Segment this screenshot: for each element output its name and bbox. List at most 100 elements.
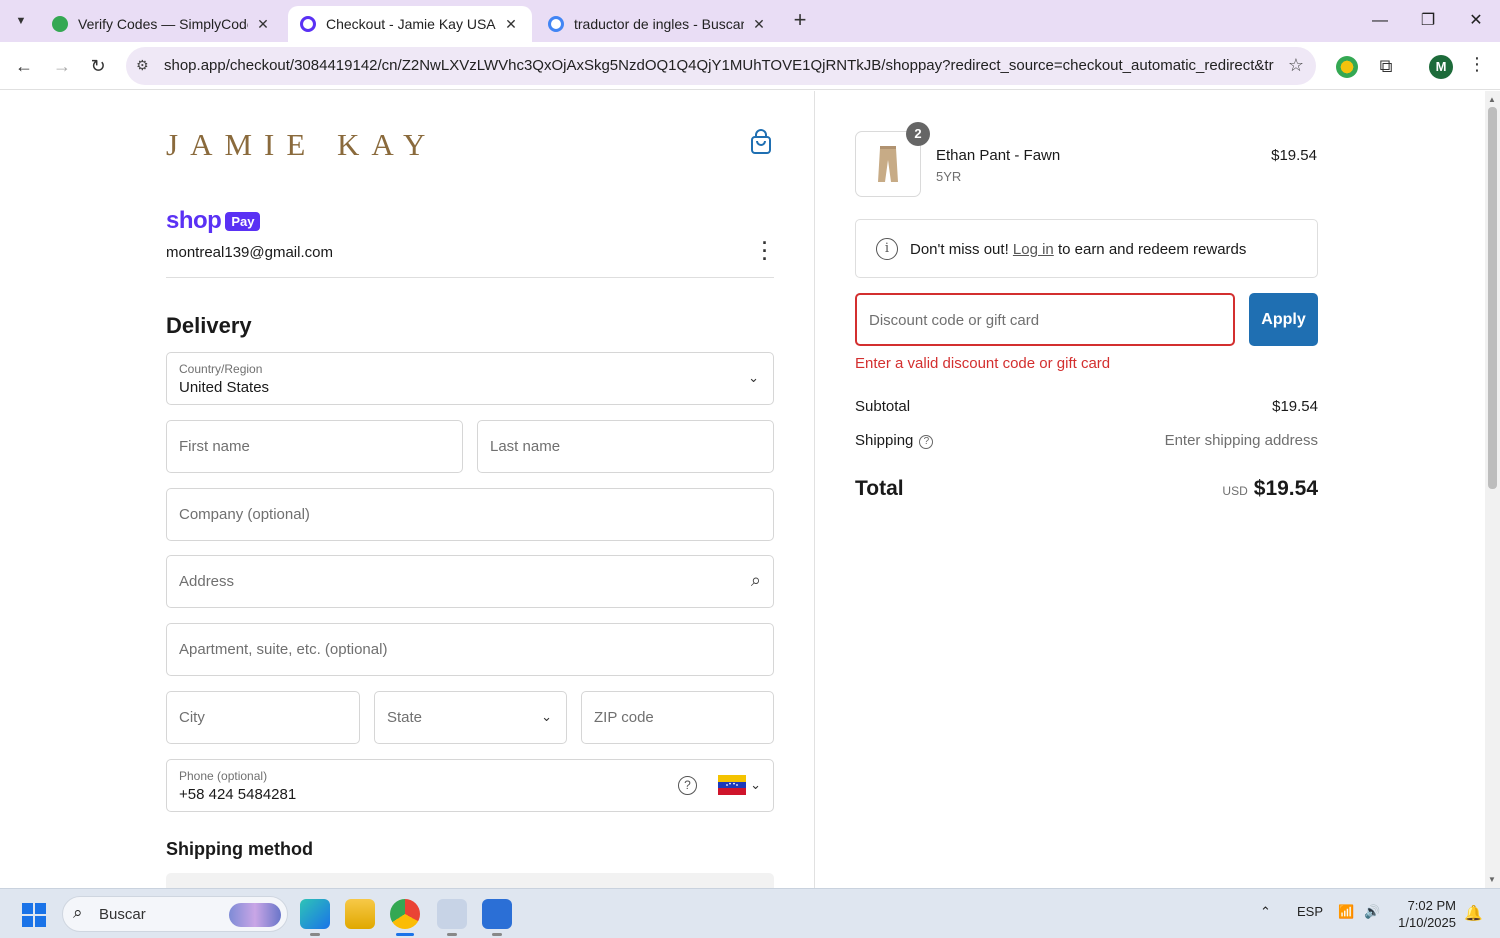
notepad-app-icon[interactable] xyxy=(482,899,512,929)
city-input[interactable]: City xyxy=(166,691,360,744)
rewards-text: Don't miss out! Log in to earn and redee… xyxy=(910,241,1246,258)
windows-taskbar: ⌕ Buscar ⌃ ESP 📶 🔊 7:02 PM 1/10/2025 🔔 xyxy=(0,888,1500,938)
tab-title: traductor de ingles - Buscar con xyxy=(574,16,744,32)
rewards-notice: i Don't miss out! Log in to earn and red… xyxy=(855,219,1318,278)
help-icon[interactable]: ? xyxy=(678,776,697,795)
placeholder: ZIP code xyxy=(594,709,654,726)
shipping-label: Shipping xyxy=(855,432,914,449)
search-highlight-icon xyxy=(229,903,281,927)
back-button[interactable]: ← xyxy=(10,52,38,80)
restore-button[interactable]: ❐ xyxy=(1408,6,1448,36)
placeholder: First name xyxy=(179,438,250,455)
search-icon: ⌕ xyxy=(73,903,83,922)
close-tab-icon[interactable]: ✕ xyxy=(254,15,272,33)
extension-icon[interactable] xyxy=(1336,56,1358,78)
product-variant: 5YR xyxy=(936,169,962,184)
phone-value: +58 424 5484281 xyxy=(179,786,297,803)
account-menu-icon[interactable]: · · · xyxy=(758,234,772,268)
tab-simplycodes[interactable]: Verify Codes — SimplyCodes ✕ xyxy=(40,6,284,42)
notification-bell-icon[interactable]: 🔔 xyxy=(1464,904,1483,922)
show-hidden-icons-chevron-icon[interactable]: ⌃ xyxy=(1260,904,1271,920)
phone-label: Phone (optional) xyxy=(179,769,268,783)
language-indicator[interactable]: ESP xyxy=(1297,904,1323,919)
system-clock[interactable]: 7:02 PM 1/10/2025 xyxy=(1396,897,1456,931)
windows-start-icon[interactable] xyxy=(22,903,46,927)
app-indicator xyxy=(310,933,320,936)
scrollbar-thumb[interactable] xyxy=(1488,107,1497,489)
tab-title: Checkout - Jamie Kay USA xyxy=(326,16,496,32)
paint-app-icon[interactable] xyxy=(437,899,467,929)
discount-error-message: Enter a valid discount code or gift card xyxy=(855,355,1111,372)
minimize-button[interactable]: — xyxy=(1360,6,1400,36)
order-summary: 2 Ethan Pant - Fawn 5YR $19.54 i Don't m… xyxy=(814,91,1485,888)
wifi-icon[interactable]: 📶 xyxy=(1338,904,1354,920)
country-select[interactable]: Country/Region United States ⌄ xyxy=(166,352,774,405)
phone-input[interactable]: Phone (optional) +58 424 5484281 ? ⌄ xyxy=(166,759,774,812)
google-favicon-icon xyxy=(548,16,564,32)
volume-icon[interactable]: 🔊 xyxy=(1364,904,1380,920)
tab-title: Verify Codes — SimplyCodes xyxy=(78,16,248,32)
close-window-button[interactable]: ✕ xyxy=(1456,6,1496,36)
file-explorer-icon[interactable] xyxy=(345,899,375,929)
state-select[interactable]: State ⌄ xyxy=(374,691,567,744)
scroll-up-icon[interactable]: ▲ xyxy=(1488,95,1496,104)
cart-bag-icon[interactable] xyxy=(750,129,772,155)
notice-lead: Don't miss out! xyxy=(910,241,1009,258)
placeholder: State xyxy=(387,709,423,726)
address-input[interactable]: Address ⌕ xyxy=(166,555,774,608)
tab-checkout[interactable]: Checkout - Jamie Kay USA ✕ xyxy=(288,6,532,42)
pay-badge: Pay xyxy=(225,211,261,231)
new-tab-button[interactable]: + xyxy=(788,9,812,33)
quantity-badge: 2 xyxy=(906,122,930,146)
placeholder: Discount code or gift card xyxy=(869,312,1040,329)
taskbar-search[interactable]: ⌕ Buscar xyxy=(62,896,288,932)
first-name-input[interactable]: First name xyxy=(166,420,463,473)
product-name: Ethan Pant - Fawn xyxy=(936,147,1061,164)
forward-button[interactable]: → xyxy=(48,52,76,80)
browser-toolbar: ← → ↻ ⚙ shop.app/checkout/3084419142/cn/… xyxy=(0,42,1500,90)
address-bar[interactable]: ⚙ shop.app/checkout/3084419142/cn/Z2NwLX… xyxy=(126,47,1316,85)
close-tab-icon[interactable]: ✕ xyxy=(502,15,520,33)
reload-button[interactable]: ↻ xyxy=(84,52,112,80)
close-tab-icon[interactable]: ✕ xyxy=(750,15,768,33)
page-scrollbar[interactable]: ▲ ▼ xyxy=(1485,91,1500,888)
last-name-input[interactable]: Last name xyxy=(477,420,774,473)
currency-code: USD xyxy=(1222,484,1248,498)
chrome-app-icon[interactable] xyxy=(390,899,420,929)
bookmark-star-icon[interactable]: ☆ xyxy=(1288,55,1304,76)
checkout-page: JAMIE KAY shop Pay montreal139@gmail.com… xyxy=(0,91,1485,888)
total-value: $19.54 xyxy=(1253,477,1318,500)
tab-search-button[interactable]: ▼ xyxy=(8,8,34,34)
shop-pay-logo: shop Pay xyxy=(166,207,261,235)
url-text[interactable]: shop.app/checkout/3084419142/cn/Z2NwLXVz… xyxy=(164,57,1274,74)
login-link[interactable]: Log in xyxy=(1013,241,1054,258)
company-input[interactable]: Company (optional) xyxy=(166,488,774,541)
app-indicator xyxy=(396,933,414,936)
shipping-value: Enter shipping address xyxy=(1164,432,1318,449)
chevron-down-icon[interactable]: ⌄ xyxy=(750,777,761,793)
apply-button[interactable]: Apply xyxy=(1249,293,1318,346)
clock-time: 7:02 PM xyxy=(1407,898,1456,913)
chevron-down-icon: ⌄ xyxy=(541,709,552,724)
jamie-kay-logo[interactable]: JAMIE KAY xyxy=(166,127,437,163)
account-email: montreal139@gmail.com xyxy=(166,244,333,261)
site-info-icon[interactable]: ⚙ xyxy=(136,57,149,74)
zip-input[interactable]: ZIP code xyxy=(581,691,774,744)
scroll-down-icon[interactable]: ▼ xyxy=(1488,875,1496,884)
edge-app-icon[interactable] xyxy=(300,899,330,929)
help-icon[interactable]: ? xyxy=(919,435,934,449)
profile-avatar[interactable]: M xyxy=(1429,55,1453,79)
product-price: $19.54 xyxy=(1271,147,1317,164)
extensions-puzzle-icon[interactable]: ⧉ xyxy=(1372,52,1400,80)
divider xyxy=(166,277,774,278)
apartment-input[interactable]: Apartment, suite, etc. (optional) xyxy=(166,623,774,676)
browser-menu-icon[interactable]: ⋮ xyxy=(1468,54,1486,75)
tab-google-search[interactable]: traductor de ingles - Buscar con ✕ xyxy=(536,6,780,42)
placeholder: Apartment, suite, etc. (optional) xyxy=(179,641,388,658)
chevron-down-icon: ⌄ xyxy=(748,370,759,385)
notice-tail: to earn and redeem rewards xyxy=(1057,241,1247,258)
shipping-label-wrap: Shipping? xyxy=(855,432,934,449)
discount-code-input[interactable]: Discount code or gift card xyxy=(855,293,1235,346)
shipping-method-placeholder xyxy=(166,873,774,888)
venezuela-flag-icon[interactable] xyxy=(718,775,746,795)
